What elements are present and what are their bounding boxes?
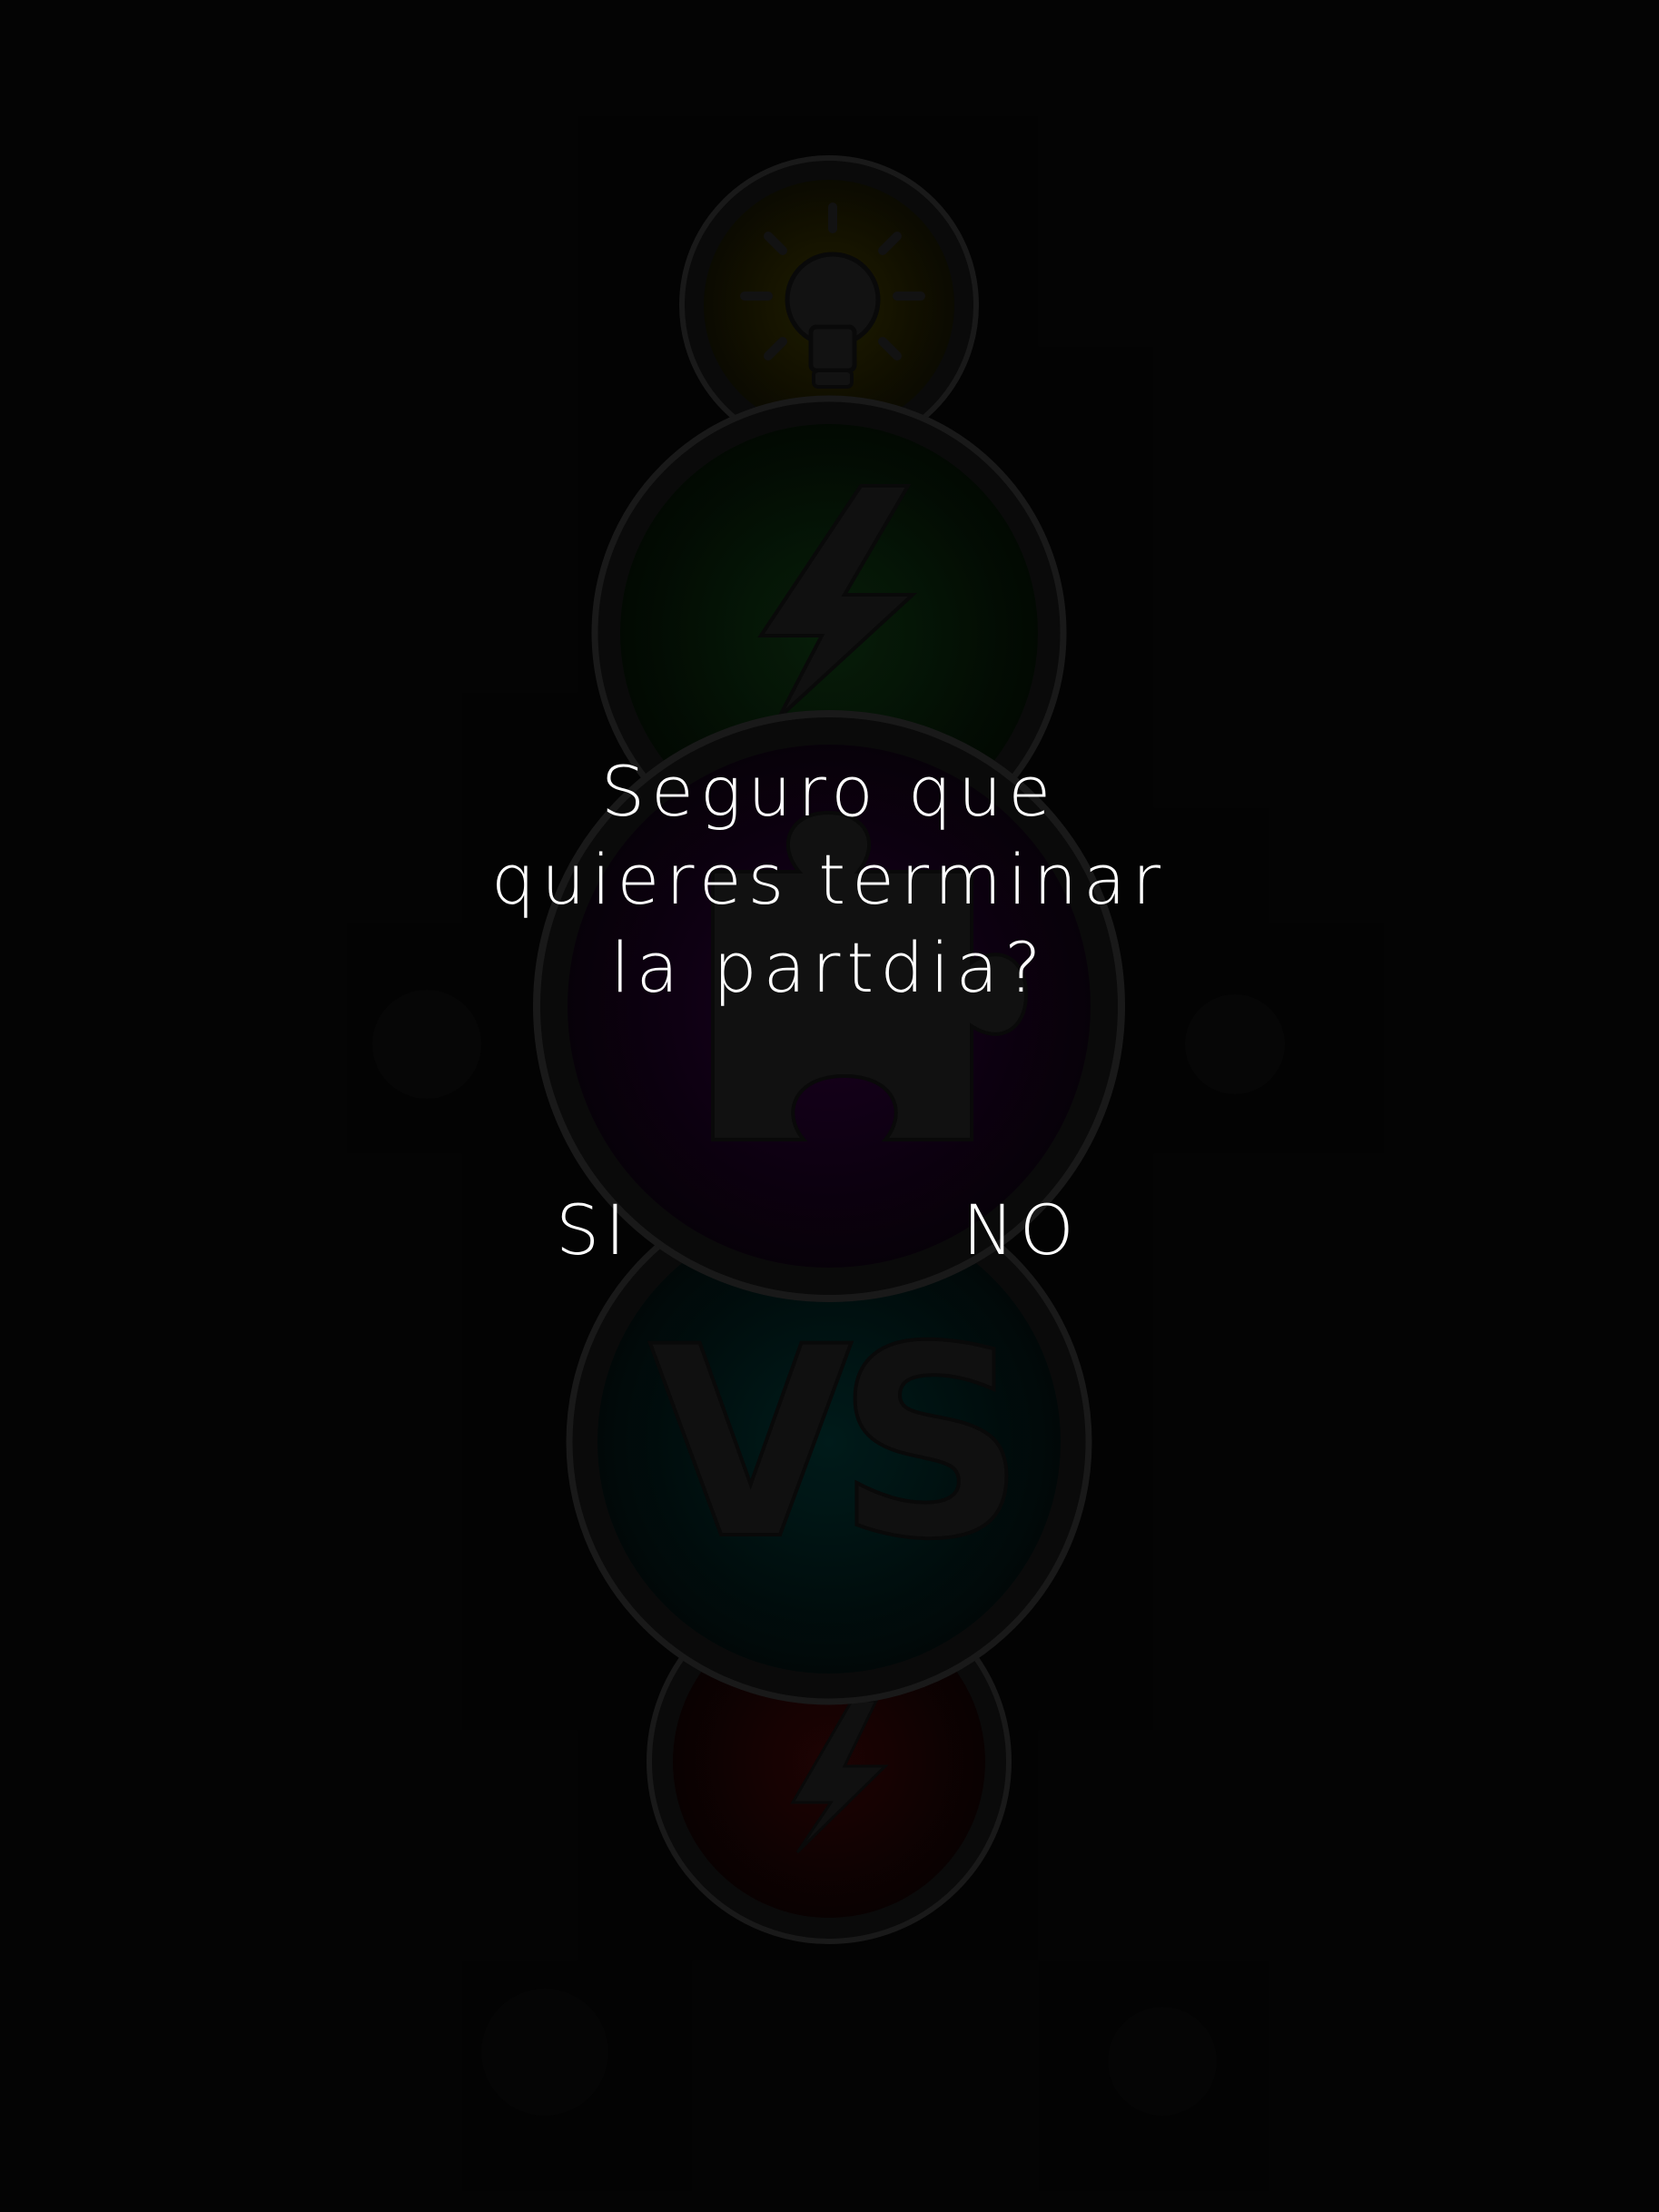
confirm-exit-dialog: Seguro que quieres terminar la partdia? … [0, 0, 1659, 2212]
game-screen: VS Seguro que quieres terminar la partdi… [0, 0, 1659, 2212]
no-button[interactable]: NO [953, 1180, 1089, 1280]
yes-button[interactable]: SI [547, 1180, 640, 1280]
dialog-question: Seguro que quieres terminar la partdia? [491, 751, 1167, 1008]
